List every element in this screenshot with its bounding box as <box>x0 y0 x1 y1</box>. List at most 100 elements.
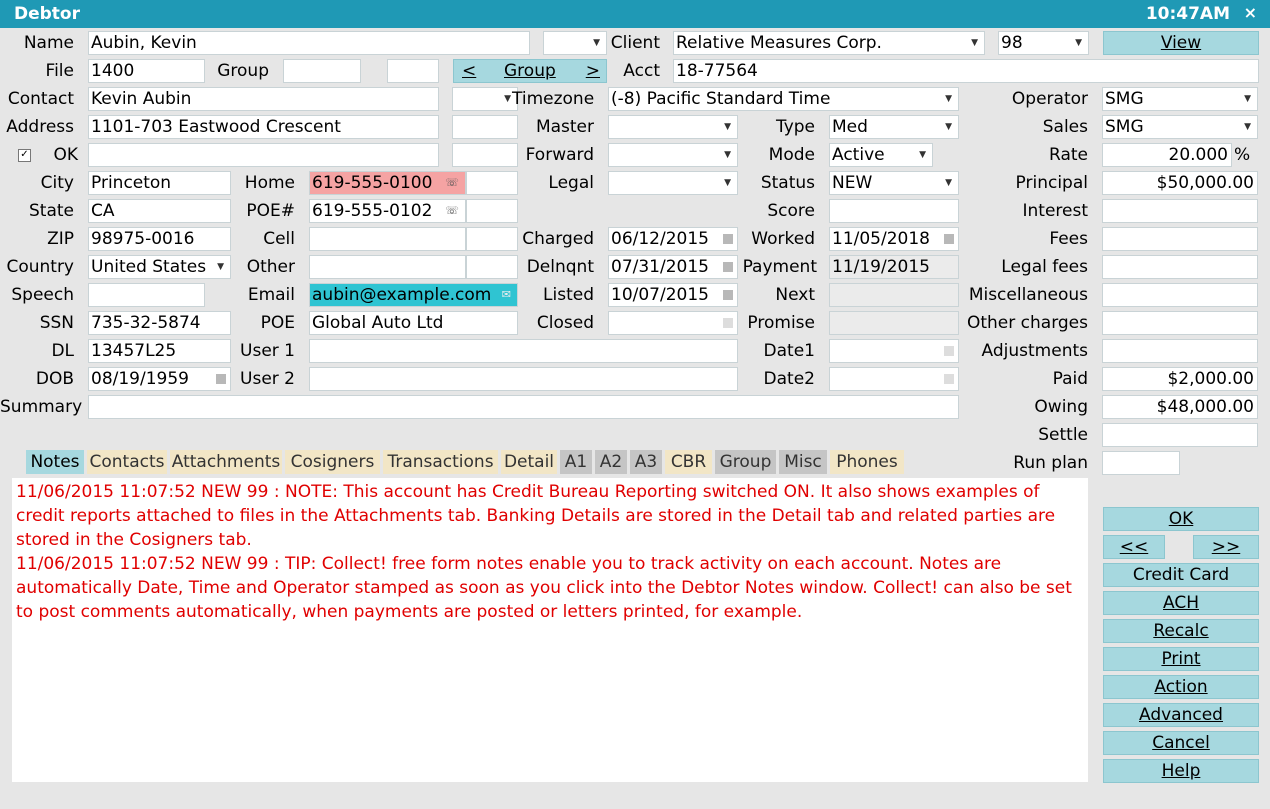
ok-button[interactable]: OK <box>1103 507 1259 531</box>
calendar-icon[interactable] <box>944 234 954 244</box>
adjustments-field[interactable] <box>1102 339 1258 363</box>
tab-a1[interactable]: A1 <box>560 450 592 474</box>
file-field[interactable]: 1400 <box>88 59 205 83</box>
dob-field[interactable]: 08/19/1959 <box>88 367 231 391</box>
rate-field[interactable]: 20.000 <box>1102 143 1232 167</box>
advanced-button[interactable]: Advanced <box>1103 703 1259 727</box>
state-field[interactable]: CA <box>88 199 231 223</box>
name-suffix-select[interactable]: ▼ <box>543 31 607 55</box>
calendar-icon[interactable] <box>216 374 226 384</box>
other-charges-field[interactable] <box>1102 311 1258 335</box>
home-ext-field[interactable] <box>466 171 518 195</box>
tab-a3[interactable]: A3 <box>630 450 662 474</box>
misc-field[interactable] <box>1102 283 1258 307</box>
view-button[interactable]: View <box>1103 31 1259 55</box>
speech-field[interactable] <box>88 283 205 307</box>
tab-misc[interactable]: Misc <box>779 450 827 474</box>
poe-phone-field[interactable]: 619-555-0102 ☏ <box>309 199 466 223</box>
address2-field[interactable] <box>88 143 439 167</box>
address-field[interactable]: 1101-703 Eastwood Crescent <box>88 115 439 139</box>
tab-cosigners[interactable]: Cosigners <box>285 450 380 474</box>
phone-icon[interactable]: ☏ <box>445 172 459 194</box>
tab-phones[interactable]: Phones <box>830 450 904 474</box>
dl-field[interactable]: 13457L25 <box>88 339 231 363</box>
home-phone-field[interactable]: 619-555-0100 ☏ <box>309 171 466 195</box>
city-field[interactable]: Princeton <box>88 171 231 195</box>
address2-extra-field[interactable] <box>452 143 518 167</box>
ssn-field[interactable]: 735-32-5874 <box>88 311 231 335</box>
summary-field[interactable] <box>88 395 959 419</box>
listed-field[interactable]: 10/07/2015 <box>608 283 738 307</box>
tab-contacts[interactable]: Contacts <box>87 450 167 474</box>
print-button[interactable]: Print <box>1103 647 1259 671</box>
next-record-button[interactable]: >> <box>1193 535 1259 559</box>
country-select[interactable]: United States ▼ <box>88 255 231 279</box>
date1-field[interactable] <box>829 339 959 363</box>
run-plan-field[interactable] <box>1102 451 1180 475</box>
worked-field[interactable]: 11/05/2018 <box>829 227 959 251</box>
user1-field[interactable] <box>309 339 738 363</box>
user2-field[interactable] <box>309 367 738 391</box>
closed-field[interactable] <box>608 311 738 335</box>
tab-cbr[interactable]: CBR <box>665 450 712 474</box>
envelope-icon[interactable]: ✉ <box>502 284 511 306</box>
cell-ext-field[interactable] <box>466 227 518 251</box>
ok-checkbox[interactable]: ✓ <box>18 149 31 162</box>
tab-group[interactable]: Group <box>715 450 776 474</box>
zip-field[interactable]: 98975-0016 <box>88 227 231 251</box>
name-field[interactable]: Aubin, Kevin <box>88 31 530 55</box>
poe-field[interactable]: Global Auto Ltd <box>309 311 518 335</box>
delnqnt-field[interactable]: 07/31/2015 <box>608 255 738 279</box>
ach-button[interactable]: ACH <box>1103 591 1259 615</box>
paid-field[interactable]: $2,000.00 <box>1102 367 1258 391</box>
tab-transactions[interactable]: Transactions <box>383 450 498 474</box>
close-icon[interactable]: × <box>1244 3 1257 22</box>
email-field[interactable]: aubin@example.com ✉ <box>309 283 518 307</box>
poe-ext-field[interactable] <box>466 199 518 223</box>
principal-field[interactable]: $50,000.00 <box>1102 171 1258 195</box>
tab-detail[interactable]: Detail <box>501 450 557 474</box>
score-field[interactable] <box>829 199 959 223</box>
group-nav-button[interactable]: Group <box>504 60 556 82</box>
group-prev-button[interactable]: < <box>462 60 476 82</box>
charged-field[interactable]: 06/12/2015 <box>608 227 738 251</box>
tab-notes[interactable]: Notes <box>26 450 84 474</box>
help-button[interactable]: Help <box>1103 759 1259 783</box>
calendar-icon[interactable] <box>944 374 954 384</box>
calendar-icon[interactable] <box>944 346 954 356</box>
acct-field[interactable]: 18-77564 <box>673 59 1259 83</box>
address-extra-field[interactable] <box>452 115 518 139</box>
owing-field[interactable]: $48,000.00 <box>1102 395 1258 419</box>
group-field[interactable] <box>283 59 361 83</box>
date2-field[interactable] <box>829 367 959 391</box>
cancel-button[interactable]: Cancel <box>1103 731 1259 755</box>
timezone-select[interactable]: (-8) Pacific Standard Time ▼ <box>608 87 959 111</box>
client-number-select[interactable]: 98 ▼ <box>998 31 1089 55</box>
operator-select[interactable]: SMG ▼ <box>1102 87 1258 111</box>
group-extra-field[interactable] <box>387 59 439 83</box>
contact-type-select[interactable]: ▼ <box>452 87 518 111</box>
recalc-button[interactable]: Recalc <box>1103 619 1259 643</box>
client-select[interactable]: Relative Measures Corp. ▼ <box>673 31 985 55</box>
credit-card-button[interactable]: Credit Card <box>1103 563 1259 587</box>
phone-icon[interactable]: ☏ <box>445 200 459 222</box>
tab-attachments[interactable]: Attachments <box>170 450 282 474</box>
sales-select[interactable]: SMG ▼ <box>1102 115 1258 139</box>
type-select[interactable]: Med ▼ <box>829 115 959 139</box>
master-select[interactable]: ▼ <box>608 115 738 139</box>
action-button[interactable]: Action <box>1103 675 1259 699</box>
mode-select[interactable]: Active ▼ <box>829 143 933 167</box>
contact-field[interactable]: Kevin Aubin <box>88 87 439 111</box>
notes-panel[interactable]: 11/06/2015 11:07:52 NEW 99 : NOTE: This … <box>12 478 1088 782</box>
other-ext-field[interactable] <box>466 255 518 279</box>
settle-field[interactable] <box>1102 423 1258 447</box>
group-next-button[interactable]: > <box>586 60 600 82</box>
legal-select[interactable]: ▼ <box>608 171 738 195</box>
status-select[interactable]: NEW ▼ <box>829 171 959 195</box>
fees-field[interactable] <box>1102 227 1258 251</box>
forward-select[interactable]: ▼ <box>608 143 738 167</box>
tab-a2[interactable]: A2 <box>595 450 627 474</box>
other-phone-field[interactable] <box>309 255 466 279</box>
interest-field[interactable] <box>1102 199 1258 223</box>
legal-fees-field[interactable] <box>1102 255 1258 279</box>
